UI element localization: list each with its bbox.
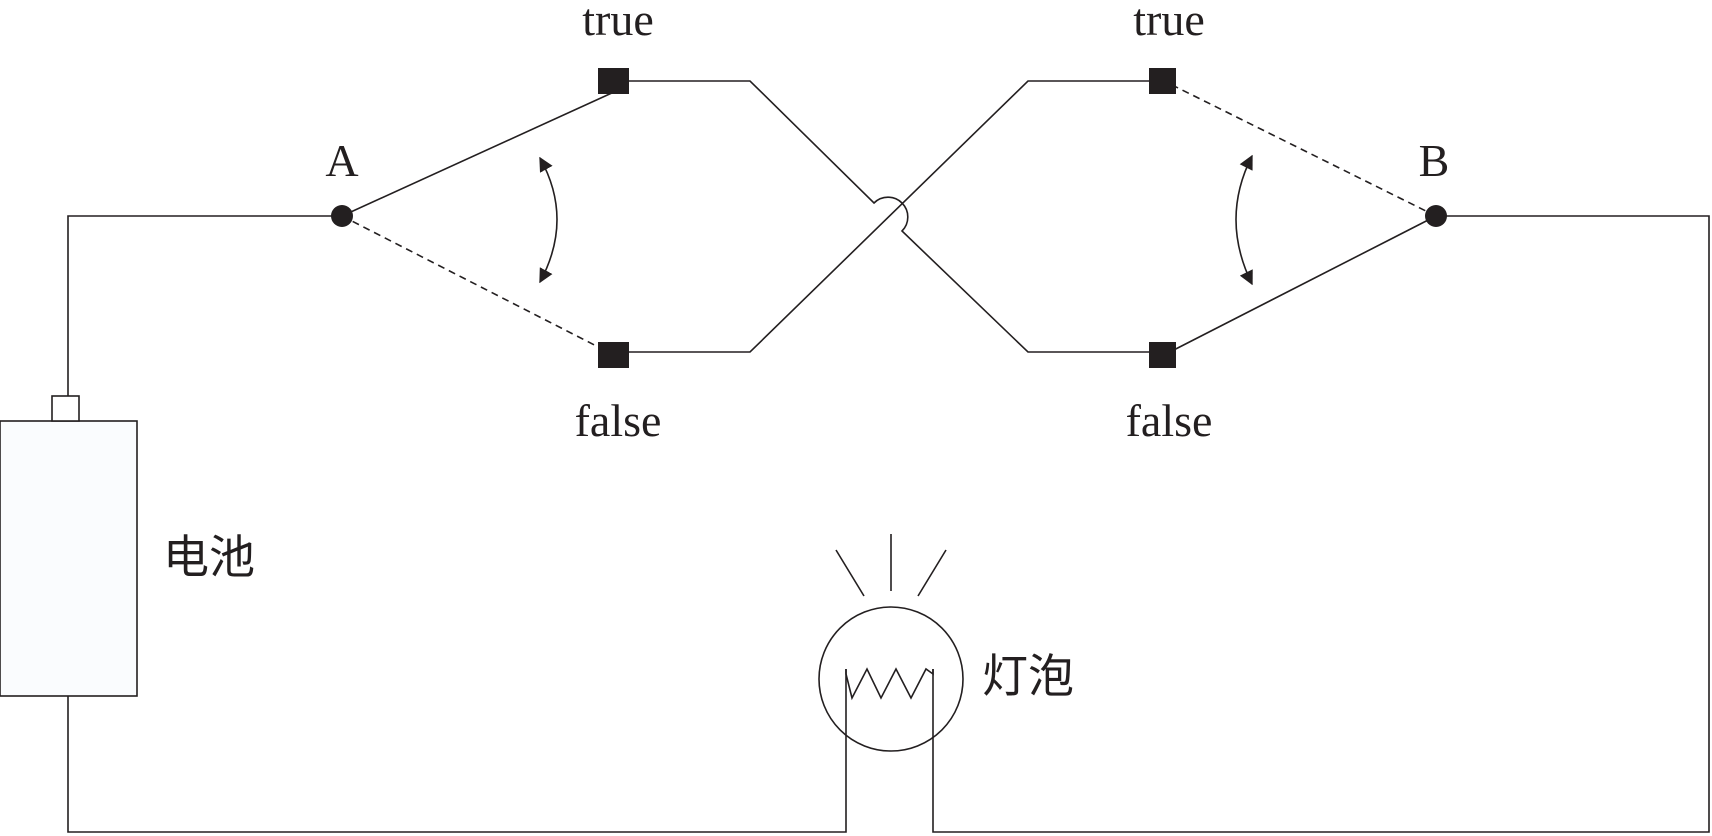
label-bulb: 灯泡 <box>982 649 1074 703</box>
bulb-ray-right <box>917 549 947 597</box>
switch-a-lever-false <box>341 215 615 356</box>
label-battery: 电池 <box>163 530 255 584</box>
switch-a-arrow <box>539 156 558 284</box>
battery-terminal <box>51 395 80 422</box>
terminal-b-false <box>1149 342 1176 368</box>
wire-battery-to-bulb <box>67 669 847 833</box>
label-b-false: false <box>1126 395 1213 446</box>
switch-b-lever-true <box>1163 80 1437 217</box>
wire-a-false-to-b-true <box>614 80 1164 353</box>
battery-body <box>0 420 138 697</box>
label-a-true: true <box>582 0 654 45</box>
bulb-filament <box>845 667 934 701</box>
switch-a-lever-true <box>341 91 615 217</box>
wire-battery-to-a <box>67 215 342 396</box>
wire-bulb-to-b <box>932 215 1710 833</box>
battery <box>0 395 138 697</box>
terminal-b-true <box>1149 68 1176 94</box>
switch-b-pivot <box>1425 205 1447 227</box>
circuit-diagram: true false true false A B 电池 灯泡 <box>0 0 1710 833</box>
switch-a-pivot <box>331 205 353 227</box>
label-a-false: false <box>575 395 662 446</box>
terminal-a-false <box>598 342 629 368</box>
bulb-ray-left <box>835 549 865 597</box>
switch-b-arrow <box>1235 154 1253 286</box>
label-switch-b: B <box>1419 135 1450 186</box>
terminal-a-true <box>598 68 629 94</box>
bulb <box>818 534 964 752</box>
label-switch-a: A <box>325 135 358 186</box>
label-b-true: true <box>1133 0 1205 45</box>
switch-b-lever-false <box>1163 215 1437 356</box>
